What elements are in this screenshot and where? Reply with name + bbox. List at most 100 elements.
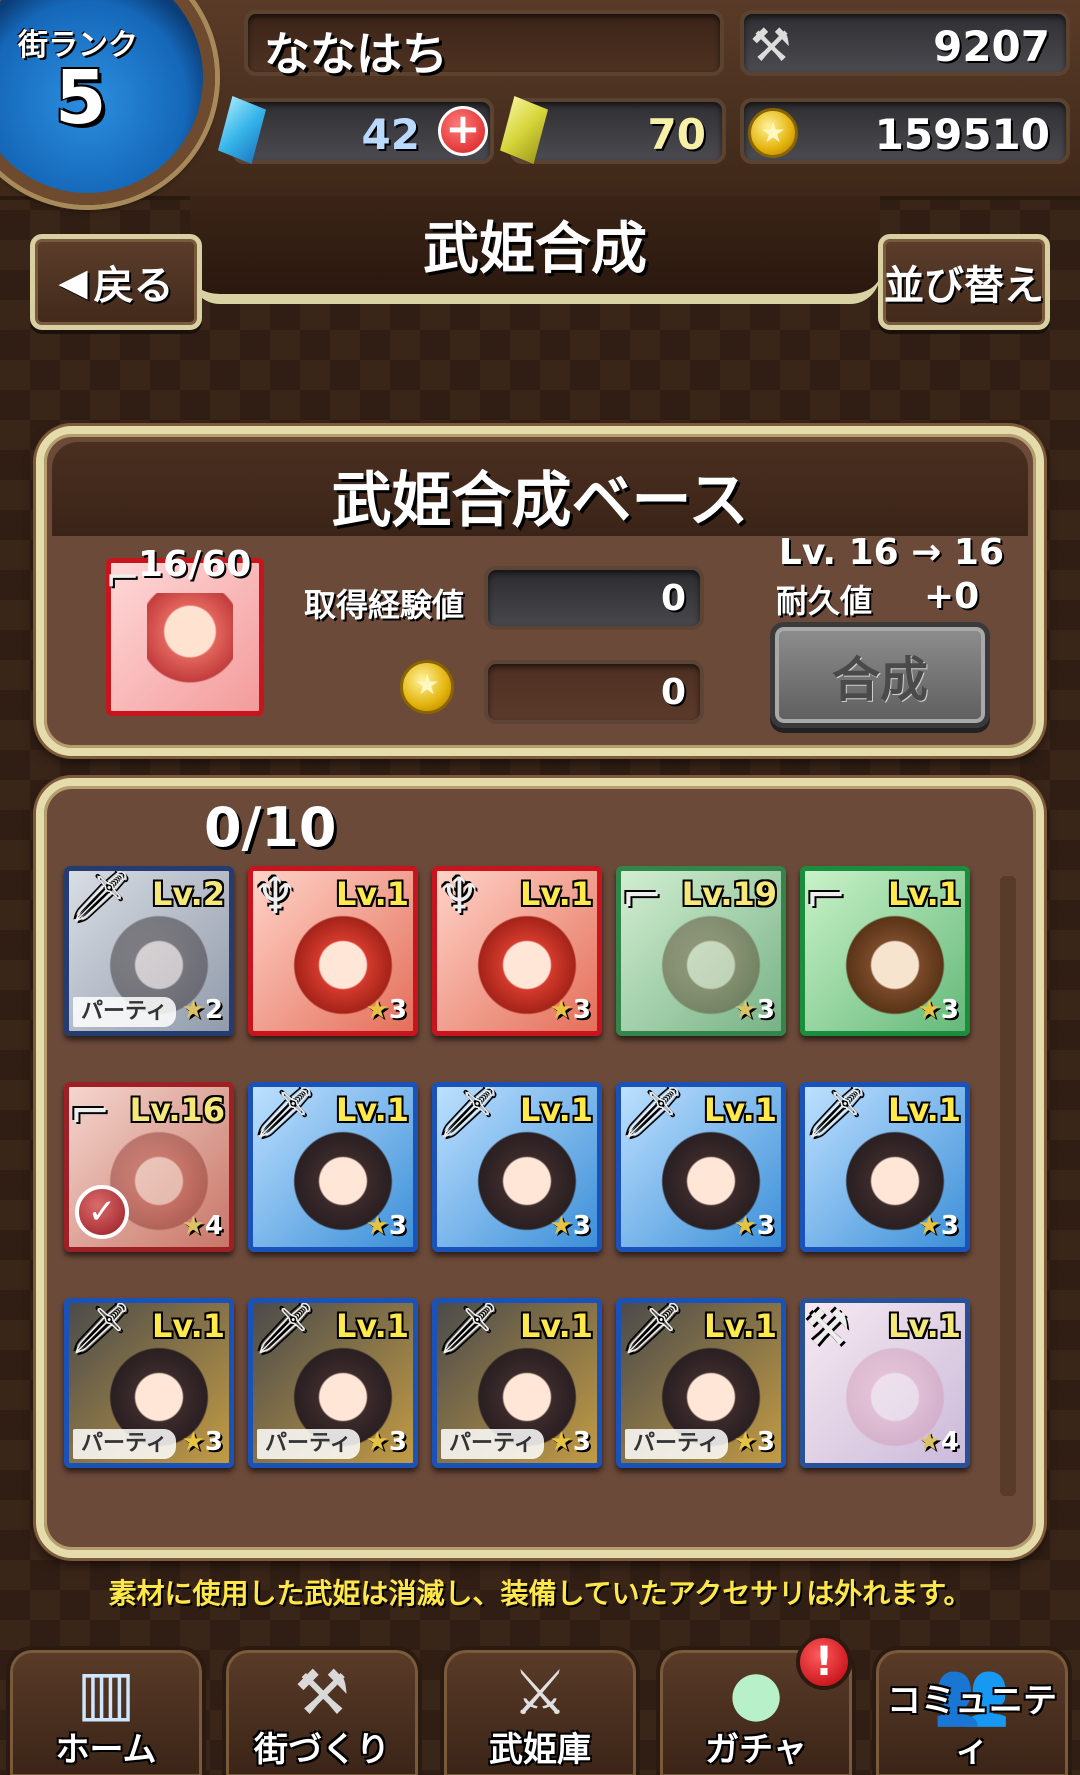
star-icon: ★ bbox=[181, 995, 205, 1025]
material-card[interactable]: 🗡 Lv.1 ★3 bbox=[800, 1082, 970, 1252]
nav-weapon-storage[interactable]: ⚔ 武姫庫 bbox=[440, 1646, 640, 1775]
card-star-count: 3 bbox=[204, 1427, 223, 1457]
material-card[interactable]: 🗡 Lv.1 ★3 パーティ bbox=[432, 1298, 602, 1468]
crystal-value: 70 bbox=[647, 110, 706, 159]
nav-storage-label: 武姫庫 bbox=[489, 1730, 591, 1770]
player-name: ななはち bbox=[264, 27, 448, 81]
card-level: Lv.1 bbox=[519, 1307, 593, 1345]
level-change: Lv. 16 → 16 bbox=[778, 532, 1004, 573]
hammer-icon: ⚒ bbox=[750, 18, 792, 72]
cost-coin-icon: ★ bbox=[400, 660, 454, 714]
party-badge: パーティ bbox=[257, 1429, 360, 1459]
star-icon: ★ bbox=[917, 1427, 941, 1457]
card-rarity: ★4 bbox=[182, 1211, 223, 1241]
material-card[interactable]: 🗡 Lv.1 ★3 bbox=[248, 1082, 418, 1252]
card-star-count: 3 bbox=[940, 995, 959, 1025]
card-level: Lv.2 bbox=[151, 875, 225, 913]
back-button[interactable]: ◀ 戻る bbox=[30, 234, 202, 330]
card-level: Lv.16 bbox=[129, 1091, 225, 1129]
material-card[interactable]: 🗡 Lv.1 ★3 パーティ bbox=[616, 1298, 786, 1468]
trident-icon: ♆ bbox=[253, 867, 298, 925]
material-card[interactable]: 🗡 Lv.1 ★3 bbox=[616, 1082, 786, 1252]
tools-icon: ⚒ bbox=[294, 1656, 350, 1729]
scrollbar-thumb[interactable] bbox=[1000, 876, 1016, 1496]
sword-icon: 🗡 bbox=[621, 1083, 685, 1141]
exp-label: 取得経験値 bbox=[304, 586, 465, 624]
star-icon: ★ bbox=[181, 1427, 205, 1457]
party-badge: パーティ bbox=[625, 1429, 728, 1459]
base-title: 武姫合成ベース bbox=[331, 466, 749, 536]
star-icon: ★ bbox=[365, 1211, 389, 1241]
star-icon: ★ bbox=[549, 1211, 573, 1241]
weapons-icon: ⚔ bbox=[512, 1656, 568, 1729]
add-gem-button[interactable]: + bbox=[438, 106, 488, 156]
trident-icon: ♆ bbox=[437, 867, 482, 925]
exp-value: 0 bbox=[660, 578, 686, 619]
star-icon: ★ bbox=[733, 1427, 757, 1457]
material-card[interactable]: 🗡 Lv.1 ★3 パーティ bbox=[248, 1298, 418, 1468]
card-level: Lv.1 bbox=[519, 875, 593, 913]
card-level: Lv.1 bbox=[335, 1091, 409, 1129]
sword-icon: 🗡 bbox=[253, 1083, 317, 1141]
star-icon: ★ bbox=[549, 1427, 573, 1457]
nav-community[interactable]: 👥 コミュニティ bbox=[872, 1646, 1072, 1775]
party-badge: パーティ bbox=[441, 1429, 544, 1459]
base-card-level: 16/60 bbox=[138, 544, 252, 585]
star-icon: ★ bbox=[733, 1211, 757, 1241]
star-icon: ★ bbox=[733, 995, 757, 1025]
card-star-count: 3 bbox=[572, 995, 591, 1025]
base-card-portrait bbox=[147, 593, 233, 703]
material-card[interactable]: ♆ Lv.1 ★3 bbox=[432, 866, 602, 1036]
coin-value: 159510 bbox=[874, 110, 1050, 159]
card-level: Lv.1 bbox=[703, 1091, 777, 1129]
bottom-navigation: ▥ ホーム ⚒ 街づくり ⚔ 武姫庫 ● ガチャ ! 👥 コミュニティ bbox=[0, 1632, 1080, 1775]
coin-icon: ★ bbox=[748, 108, 798, 158]
card-level: Lv.1 bbox=[887, 875, 961, 913]
card-rarity: ★3 bbox=[918, 995, 959, 1025]
gun-icon: ⌐ bbox=[621, 867, 663, 925]
nav-town-building[interactable]: ⚒ 街づくり bbox=[222, 1646, 422, 1775]
star-icon: ★ bbox=[917, 995, 941, 1025]
card-rarity: ★2 bbox=[182, 995, 223, 1025]
town-rank-value: 5 bbox=[55, 55, 107, 141]
nav-town-label: 街づくり bbox=[254, 1730, 390, 1770]
base-title-bar: 武姫合成ベース bbox=[52, 442, 1028, 536]
sword-icon: 🗡 bbox=[69, 1299, 133, 1357]
card-level: Lv.1 bbox=[887, 1091, 961, 1129]
gacha-alert-badge: ! bbox=[796, 1634, 852, 1690]
synthesis-notice: 素材に使用した武姫は消滅し、装備していたアクセサリは外れます。 bbox=[108, 1577, 972, 1610]
nav-gacha-label: ガチャ bbox=[705, 1730, 807, 1770]
material-count: 0/10 bbox=[204, 796, 337, 859]
nav-gacha[interactable]: ● ガチャ ! bbox=[656, 1634, 856, 1775]
sword-icon: 🗡 bbox=[69, 867, 133, 925]
card-star-count: 3 bbox=[572, 1427, 591, 1457]
material-card[interactable]: ♆ Lv.1 ★3 bbox=[248, 866, 418, 1036]
material-scrollbar[interactable] bbox=[1000, 876, 1016, 1496]
back-arrow-icon: ◀ bbox=[58, 260, 88, 304]
material-card[interactable]: ⌐ Lv.19 ★3 bbox=[616, 866, 786, 1036]
star-icon: ★ bbox=[917, 1211, 941, 1241]
party-badge: パーティ bbox=[73, 997, 176, 1027]
card-rarity: ★3 bbox=[182, 1427, 223, 1457]
durability-value: +0 bbox=[924, 576, 980, 617]
card-rarity: ★3 bbox=[734, 995, 775, 1025]
sword-icon: 🗡 bbox=[437, 1299, 501, 1357]
material-card[interactable]: 🗡 Lv.1 ★3 bbox=[432, 1082, 602, 1252]
material-card[interactable]: ⚒ Lv.1 ★4 bbox=[800, 1298, 970, 1468]
material-card[interactable]: 🗡 Lv.1 ★3 パーティ bbox=[64, 1298, 234, 1468]
card-star-count: 4 bbox=[204, 1211, 223, 1241]
sword-icon: 🗡 bbox=[253, 1299, 317, 1357]
material-card[interactable]: ⌐ Lv.16 ★4 ✓ bbox=[64, 1082, 234, 1252]
synthesize-button[interactable]: 合成 bbox=[770, 622, 990, 728]
card-star-count: 4 bbox=[940, 1427, 959, 1457]
back-button-label: 戻る bbox=[93, 263, 174, 309]
sort-button[interactable]: 並び替え bbox=[878, 234, 1050, 330]
material-card[interactable]: ⌐ Lv.1 ★3 bbox=[800, 866, 970, 1036]
selected-check-icon: ✓ bbox=[75, 1185, 129, 1239]
card-star-count: 3 bbox=[388, 1427, 407, 1457]
nav-home[interactable]: ▥ ホーム bbox=[6, 1646, 206, 1775]
material-card[interactable]: 🗡 Lv.2 ★2 パーティ bbox=[64, 866, 234, 1036]
title-ribbon: 武姫合成 bbox=[190, 196, 880, 304]
card-level: Lv.1 bbox=[151, 1307, 225, 1345]
card-level: Lv.1 bbox=[335, 875, 409, 913]
